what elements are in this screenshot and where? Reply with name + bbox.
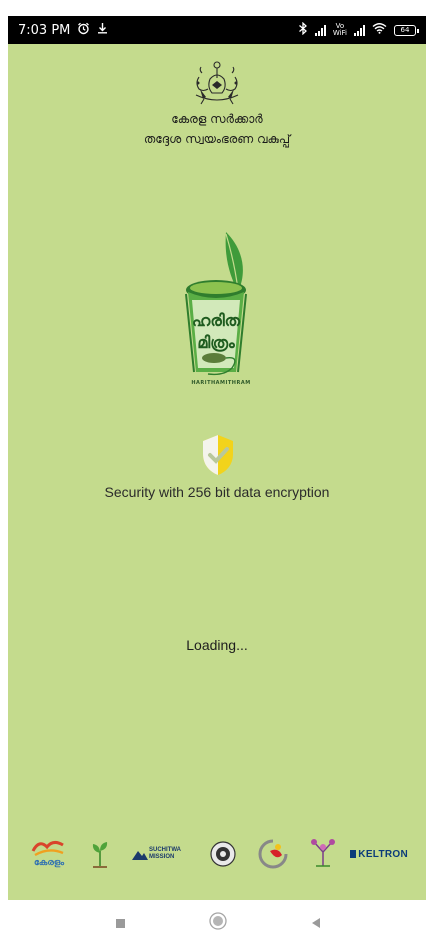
ksitm-logo: [256, 834, 290, 874]
bluetooth-icon: [298, 21, 308, 39]
security-message: Security with 256 bit data encryption: [104, 484, 330, 500]
signal-strength-1-icon: [314, 24, 326, 36]
triangle-back-icon: [310, 914, 322, 933]
kerala-emblem-icon: [190, 59, 244, 109]
seal-logo: [206, 834, 240, 874]
wifi-icon: [372, 22, 387, 38]
kerala-mission-logo: കേരളം: [28, 834, 70, 874]
vowifi-bottom: WiFi: [332, 29, 347, 37]
signal-strength-2-icon: [354, 24, 365, 36]
logo-caption: HARITHAMITHRAM: [191, 380, 251, 386]
shield-check-icon: [201, 434, 235, 476]
back-button[interactable]: [305, 912, 327, 934]
square-icon: [115, 918, 125, 928]
harithamithram-logo-icon: ഹരിത മിത്രം HARITHAMITHRAM: [178, 230, 264, 390]
logo-text-line2: മിത്രം: [197, 333, 236, 353]
recents-button[interactable]: [109, 912, 131, 934]
battery-icon: 64: [394, 24, 419, 36]
suchitwa-text-1: SUCHITWA: [149, 847, 181, 853]
status-time: 7:03 PM: [18, 22, 71, 38]
circle-icon: [209, 912, 227, 934]
battery-level: 64: [400, 26, 410, 34]
app-window: 7:03 PM Vo WiFi 64 കേരള സർക്കാർ തദ്ദേശ സ…: [0, 0, 433, 945]
logo-text-line1: ഹരിത: [192, 311, 241, 330]
status-bar: 7:03 PM Vo WiFi 64: [8, 16, 426, 44]
kudumbashree-logo: [306, 834, 340, 874]
download-icon: [97, 22, 108, 38]
home-button[interactable]: [207, 912, 229, 934]
loading-indicator: Loading...: [186, 637, 248, 653]
keltron-mark-icon: [350, 850, 357, 858]
splash-screen: കേരള സർക്കാർ തദ്ദേശ സ്വയംഭരണ വകുപ്പ് ഹരി…: [8, 44, 426, 900]
navigation-bar: [0, 900, 433, 945]
department-name: തദ്ദേശ സ്വയംഭരണ വകുപ്പ്: [143, 132, 291, 146]
suchitwa-text-2: MISSION: [149, 854, 175, 860]
partner-logos: കേരളം SUCHITWA MISSION KELTRON: [28, 834, 408, 874]
alarm-icon: [77, 22, 90, 39]
plant-logo: [88, 834, 112, 874]
government-name: കേരള സർക്കാർ: [171, 112, 263, 126]
kerala-mission-text: കേരളം: [34, 858, 64, 868]
vowifi-icon: Vo WiFi: [333, 23, 347, 37]
keltron-logo: KELTRON: [350, 834, 408, 874]
suchitwa-mission-logo: SUCHITWA MISSION: [126, 834, 186, 874]
keltron-text: KELTRON: [358, 848, 408, 860]
